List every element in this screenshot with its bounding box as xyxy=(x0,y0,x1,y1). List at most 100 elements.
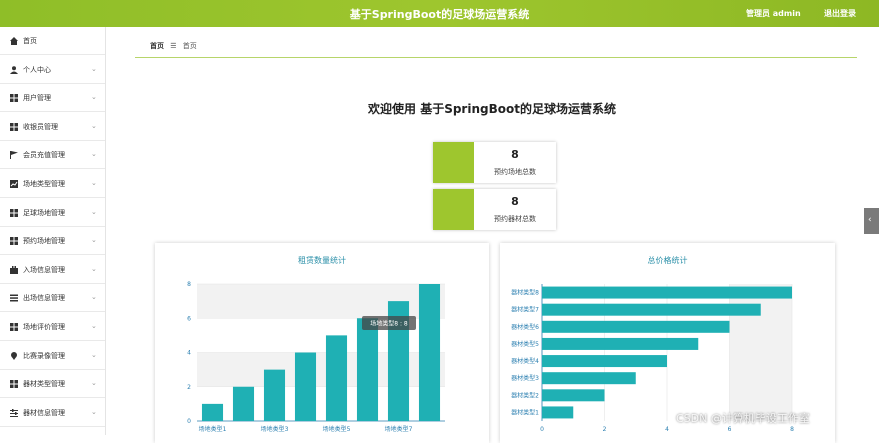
x-tick-label: 6 xyxy=(728,426,732,433)
chevron-down-icon: ⌄ xyxy=(91,350,97,359)
bar[interactable] xyxy=(356,318,379,421)
y-tick-label: 器材类型5 xyxy=(511,340,539,348)
y-tick-label: 器材类型1 xyxy=(511,408,539,416)
x-tick-label: 场地类型3 xyxy=(261,425,289,433)
pin-icon xyxy=(11,351,17,360)
bar[interactable] xyxy=(542,303,761,316)
x-tick-label: 0 xyxy=(540,426,544,433)
y-tick-label: 器材类型2 xyxy=(511,391,539,399)
top-bar: 基于SpringBoot的足球场运营系统 管理员 admin 退出登录 xyxy=(0,0,879,27)
chevron-down-icon: ⌄ xyxy=(91,379,97,388)
bar[interactable] xyxy=(418,284,441,421)
chevron-down-icon: ⌄ xyxy=(91,93,97,102)
sidebar-item-12[interactable]: 比赛录像管理 ⌄ xyxy=(0,342,105,370)
grid-icon xyxy=(10,380,18,389)
y-tick-label: 器材类型7 xyxy=(511,306,539,314)
breadcrumb-separator-icon: ☰ xyxy=(170,42,177,50)
bar[interactable] xyxy=(325,335,348,421)
rental-count-chart-panel: 租赁数量统计 0 2 4 6 8 场地类型1 场地类型3 场地类型5 场地类型7 场地类型8 : … xyxy=(155,243,489,443)
y-tick-label: 器材类型3 xyxy=(511,374,539,382)
x-tick-label: 场地类型7 xyxy=(385,425,413,433)
bar[interactable] xyxy=(542,355,667,368)
sidebar-item-11[interactable]: 场地评价管理 ⌄ xyxy=(0,313,105,341)
bar[interactable] xyxy=(294,352,317,422)
sidebar-item-label: 比赛录像管理 xyxy=(23,351,65,360)
side-toggle-button[interactable]: ‹ xyxy=(864,208,879,234)
sidebar-item-label: 器材类型管理 xyxy=(23,380,65,389)
grid-icon xyxy=(10,94,18,103)
welcome-heading: 欢迎使用 基于SpringBoot的足球场运营系统 xyxy=(368,102,616,116)
y-tick-label: 4 xyxy=(187,350,191,357)
sidebar-item-7[interactable]: 足球场地管理 ⌄ xyxy=(0,199,105,227)
chevron-down-icon: ⌄ xyxy=(91,322,97,330)
x-tick-label: 4 xyxy=(665,426,669,433)
stat-value: 8 xyxy=(511,195,519,208)
y-tick-label: 器材类型6 xyxy=(511,323,539,331)
sidebar-item-14[interactable]: 器材信息管理 ⌄ xyxy=(0,399,105,427)
sidebar-item-1[interactable]: 首页 xyxy=(0,27,105,55)
chart-icon xyxy=(10,180,18,188)
x-tick-label: 场地类型1 xyxy=(199,425,227,433)
chart-tooltip-text: 场地类型8 : 8 xyxy=(370,320,408,328)
y-tick-label: 2 xyxy=(187,384,191,391)
chevron-down-icon: ⌄ xyxy=(91,64,97,73)
breadcrumb-divider xyxy=(135,57,857,58)
sliders-icon xyxy=(10,408,18,417)
flag-icon xyxy=(10,151,18,160)
x-tick-label: 8 xyxy=(790,426,794,433)
bar[interactable] xyxy=(542,337,699,350)
breadcrumb-current: 首页 xyxy=(182,42,197,50)
sidebar-item-2[interactable]: 个人中心 ⌄ xyxy=(0,56,105,84)
bar[interactable] xyxy=(201,403,224,421)
bar[interactable] xyxy=(542,389,605,402)
y-tick-label: 器材类型4 xyxy=(511,357,539,365)
sidebar-item-9[interactable]: 入场信息管理 ⌄ xyxy=(0,256,105,284)
chevron-down-icon: ⌄ xyxy=(91,236,97,245)
sidebar-item-10[interactable]: 出场信息管理 ⌄ xyxy=(0,284,105,313)
bar[interactable] xyxy=(542,406,574,419)
bar[interactable] xyxy=(542,320,730,333)
bar[interactable] xyxy=(542,372,636,385)
stat-label: 预约场地总数 xyxy=(494,168,536,176)
stat-card-equipment-bookings: 8 预约器材总数 xyxy=(433,189,556,230)
sidebar-item-4[interactable]: 收银员管理 ⌄ xyxy=(0,113,105,141)
stat-card-venue-bookings: 8 预约场地总数 xyxy=(433,142,556,183)
sidebar-item-3[interactable]: 用户管理 ⌄ xyxy=(0,84,105,113)
list-icon xyxy=(10,294,18,302)
sidebar-item-label: 个人中心 xyxy=(23,65,51,74)
sidebar-item-label: 器材信息管理 xyxy=(23,408,65,417)
chevron-down-icon: ⌄ xyxy=(91,121,97,130)
stat-label: 预约器材总数 xyxy=(494,215,536,223)
chevron-down-icon: ⌄ xyxy=(91,179,97,187)
y-tick-label: 0 xyxy=(187,418,191,425)
rental-count-chart: 0 2 4 6 8 场地类型1 场地类型3 场地类型5 场地类型7 场地类型8 : 8 xyxy=(187,281,445,433)
grid-icon xyxy=(10,122,18,131)
sidebar-item-label: 用户管理 xyxy=(23,94,51,103)
y-tick-label: 器材类型8 xyxy=(511,289,539,297)
logout-button[interactable]: 退出登录 xyxy=(824,8,856,19)
user-icon xyxy=(10,65,18,74)
watermark: CSDN @计算机毕设工作室 xyxy=(676,412,810,425)
y-tick-label: 8 xyxy=(187,281,191,288)
x-tick-label: 2 xyxy=(603,426,607,433)
sidebar-item-13[interactable]: 器材类型管理 ⌄ xyxy=(0,370,105,399)
sidebar-item-label: 入场信息管理 xyxy=(23,265,65,274)
sidebar-item-label: 场地类型管理 xyxy=(23,180,65,188)
sidebar-item-5[interactable]: 会员充值管理 ⌄ xyxy=(0,141,105,170)
bar[interactable] xyxy=(232,386,255,421)
sidebar-item-label: 场地评价管理 xyxy=(23,323,65,331)
sidebar-item-label: 收银员管理 xyxy=(23,122,58,131)
briefcase-icon xyxy=(10,265,18,274)
y-tick-label: 6 xyxy=(187,315,191,322)
sidebar-item-8[interactable]: 预约场地管理 ⌄ xyxy=(0,227,105,256)
chevron-left-icon: ‹ xyxy=(868,215,872,225)
chevron-down-icon: ⌄ xyxy=(91,293,97,302)
breadcrumb-home[interactable]: 首页 xyxy=(150,42,164,50)
home-icon xyxy=(10,37,18,45)
stat-color-block xyxy=(433,142,474,183)
sidebar-item-label: 足球场地管理 xyxy=(23,208,65,217)
sidebar-item-6[interactable]: 场地类型管理 ⌄ xyxy=(0,170,105,198)
sidebar-item-label: 会员充值管理 xyxy=(23,151,65,160)
bar[interactable] xyxy=(263,369,286,421)
bar[interactable] xyxy=(542,286,792,299)
